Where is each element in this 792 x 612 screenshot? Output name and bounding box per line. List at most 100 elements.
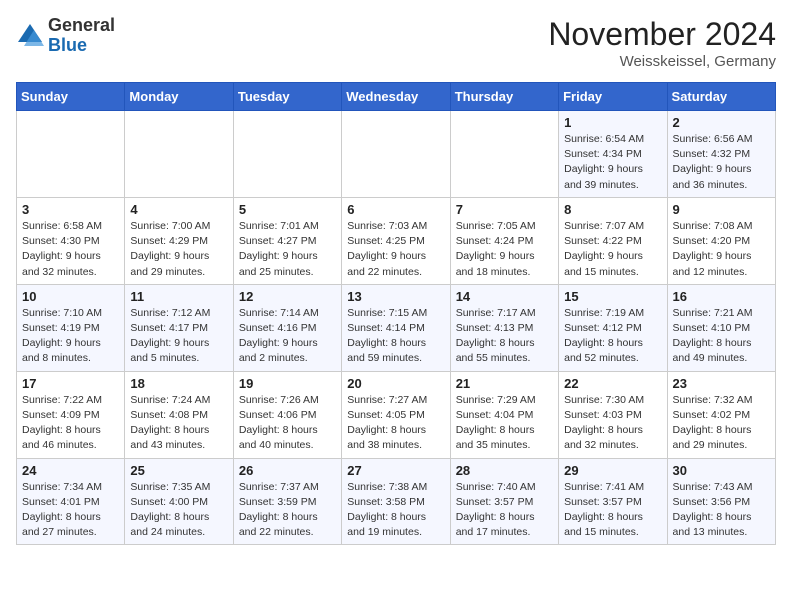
calendar-cell [342,111,450,198]
day-number: 20 [347,376,444,391]
calendar-cell [125,111,233,198]
calendar-cell: 5 Sunrise: 7:01 AM Sunset: 4:27 PM Daylig… [233,197,341,284]
day-number: 15 [564,289,661,304]
day-detail: Sunrise: 7:19 AM Sunset: 4:12 PM Dayligh… [564,306,661,367]
calendar-cell: 23 Sunrise: 7:32 AM Sunset: 4:02 PM Dayli… [667,371,775,458]
day-number: 10 [22,289,119,304]
day-detail: Sunrise: 7:08 AM Sunset: 4:20 PM Dayligh… [673,219,770,280]
day-detail: Sunrise: 7:40 AM Sunset: 3:57 PM Dayligh… [456,480,553,541]
day-number: 4 [130,202,227,217]
calendar-cell: 1Sunrise: 6:54 AM Sunset: 4:34 PM Daylig… [559,111,667,198]
calendar-cell: 17 Sunrise: 7:22 AM Sunset: 4:09 PM Dayli… [17,371,125,458]
day-number: 22 [564,376,661,391]
calendar-week-5: 24 Sunrise: 7:34 AM Sunset: 4:01 PM Dayli… [17,458,776,545]
day-detail: Sunrise: 7:29 AM Sunset: 4:04 PM Dayligh… [456,393,553,454]
calendar-body: 1Sunrise: 6:54 AM Sunset: 4:34 PM Daylig… [17,111,776,545]
day-number: 2 [673,115,770,130]
day-detail: Sunrise: 7:05 AM Sunset: 4:24 PM Dayligh… [456,219,553,280]
page-header: General Blue November 2024 Weisskeissel,… [16,16,776,70]
day-number: 30 [673,463,770,478]
day-detail: Sunrise: 6:56 AM Sunset: 4:32 PM Dayligh… [673,132,770,193]
calendar-cell: 27Sunrise: 7:38 AM Sunset: 3:58 PM Dayli… [342,458,450,545]
title-block: November 2024 Weisskeissel, Germany [548,16,776,70]
calendar-cell: 6Sunrise: 7:03 AM Sunset: 4:25 PM Daylig… [342,197,450,284]
day-number: 16 [673,289,770,304]
day-detail: Sunrise: 7:10 AM Sunset: 4:19 PM Dayligh… [22,306,119,367]
calendar-cell: 13 Sunrise: 7:15 AM Sunset: 4:14 PM Dayli… [342,284,450,371]
col-sunday: Sunday [17,83,125,111]
calendar-cell [17,111,125,198]
calendar-cell: 2 Sunrise: 6:56 AM Sunset: 4:32 PM Daylig… [667,111,775,198]
calendar-cell: 22 Sunrise: 7:30 AM Sunset: 4:03 PM Dayli… [559,371,667,458]
day-detail: Sunrise: 7:00 AM Sunset: 4:29 PM Dayligh… [130,219,227,280]
calendar-cell: 24 Sunrise: 7:34 AM Sunset: 4:01 PM Dayli… [17,458,125,545]
logo: General Blue [16,16,115,56]
day-number: 9 [673,202,770,217]
day-detail: Sunrise: 7:37 AM Sunset: 3:59 PM Dayligh… [239,480,336,541]
calendar-cell: 15 Sunrise: 7:19 AM Sunset: 4:12 PM Dayli… [559,284,667,371]
day-detail: Sunrise: 7:34 AM Sunset: 4:01 PM Dayligh… [22,480,119,541]
day-detail: Sunrise: 6:54 AM Sunset: 4:34 PM Dayligh… [564,132,661,193]
calendar-cell: 28 Sunrise: 7:40 AM Sunset: 3:57 PM Dayli… [450,458,558,545]
day-number: 13 [347,289,444,304]
location-title: Weisskeissel, Germany [548,53,776,70]
col-monday: Monday [125,83,233,111]
day-number: 25 [130,463,227,478]
calendar-cell: 10 Sunrise: 7:10 AM Sunset: 4:19 PM Dayli… [17,284,125,371]
day-detail: Sunrise: 7:27 AM Sunset: 4:05 PM Dayligh… [347,393,444,454]
day-detail: Sunrise: 6:58 AM Sunset: 4:30 PM Dayligh… [22,219,119,280]
calendar-cell: 3Sunrise: 6:58 AM Sunset: 4:30 PM Daylig… [17,197,125,284]
day-detail: Sunrise: 7:30 AM Sunset: 4:03 PM Dayligh… [564,393,661,454]
col-saturday: Saturday [667,83,775,111]
calendar-cell: 9 Sunrise: 7:08 AM Sunset: 4:20 PM Daylig… [667,197,775,284]
day-number: 14 [456,289,553,304]
calendar-table: Sunday Monday Tuesday Wednesday Thursday… [16,82,776,545]
day-number: 29 [564,463,661,478]
calendar-cell: 26 Sunrise: 7:37 AM Sunset: 3:59 PM Dayli… [233,458,341,545]
day-number: 23 [673,376,770,391]
calendar-cell: 19Sunrise: 7:26 AM Sunset: 4:06 PM Dayli… [233,371,341,458]
calendar-cell: 14 Sunrise: 7:17 AM Sunset: 4:13 PM Dayli… [450,284,558,371]
calendar-week-2: 3Sunrise: 6:58 AM Sunset: 4:30 PM Daylig… [17,197,776,284]
day-detail: Sunrise: 7:07 AM Sunset: 4:22 PM Dayligh… [564,219,661,280]
calendar-cell: 18Sunrise: 7:24 AM Sunset: 4:08 PM Dayli… [125,371,233,458]
month-title: November 2024 [548,16,776,53]
calendar-cell: 7 Sunrise: 7:05 AM Sunset: 4:24 PM Daylig… [450,197,558,284]
day-number: 17 [22,376,119,391]
day-number: 5 [239,202,336,217]
calendar-cell: 4 Sunrise: 7:00 AM Sunset: 4:29 PM Daylig… [125,197,233,284]
day-number: 18 [130,376,227,391]
calendar-week-3: 10 Sunrise: 7:10 AM Sunset: 4:19 PM Dayli… [17,284,776,371]
day-detail: Sunrise: 7:22 AM Sunset: 4:09 PM Dayligh… [22,393,119,454]
day-number: 21 [456,376,553,391]
logo-general: General [48,15,115,35]
day-detail: Sunrise: 7:17 AM Sunset: 4:13 PM Dayligh… [456,306,553,367]
col-thursday: Thursday [450,83,558,111]
col-tuesday: Tuesday [233,83,341,111]
day-number: 28 [456,463,553,478]
calendar-cell: 29Sunrise: 7:41 AM Sunset: 3:57 PM Dayli… [559,458,667,545]
day-number: 6 [347,202,444,217]
day-detail: Sunrise: 7:32 AM Sunset: 4:02 PM Dayligh… [673,393,770,454]
day-detail: Sunrise: 7:14 AM Sunset: 4:16 PM Dayligh… [239,306,336,367]
calendar-cell: 12Sunrise: 7:14 AM Sunset: 4:16 PM Dayli… [233,284,341,371]
header-row: Sunday Monday Tuesday Wednesday Thursday… [17,83,776,111]
calendar-cell [233,111,341,198]
day-detail: Sunrise: 7:15 AM Sunset: 4:14 PM Dayligh… [347,306,444,367]
day-detail: Sunrise: 7:43 AM Sunset: 3:56 PM Dayligh… [673,480,770,541]
day-number: 8 [564,202,661,217]
calendar-cell: 25 Sunrise: 7:35 AM Sunset: 4:00 PM Dayli… [125,458,233,545]
logo-icon [16,22,44,50]
day-detail: Sunrise: 7:35 AM Sunset: 4:00 PM Dayligh… [130,480,227,541]
day-number: 26 [239,463,336,478]
day-number: 27 [347,463,444,478]
col-friday: Friday [559,83,667,111]
day-number: 24 [22,463,119,478]
day-detail: Sunrise: 7:01 AM Sunset: 4:27 PM Dayligh… [239,219,336,280]
calendar-cell: 16Sunrise: 7:21 AM Sunset: 4:10 PM Dayli… [667,284,775,371]
calendar-cell: 11Sunrise: 7:12 AM Sunset: 4:17 PM Dayli… [125,284,233,371]
day-number: 7 [456,202,553,217]
calendar-week-1: 1Sunrise: 6:54 AM Sunset: 4:34 PM Daylig… [17,111,776,198]
calendar-cell: 8 Sunrise: 7:07 AM Sunset: 4:22 PM Daylig… [559,197,667,284]
col-wednesday: Wednesday [342,83,450,111]
